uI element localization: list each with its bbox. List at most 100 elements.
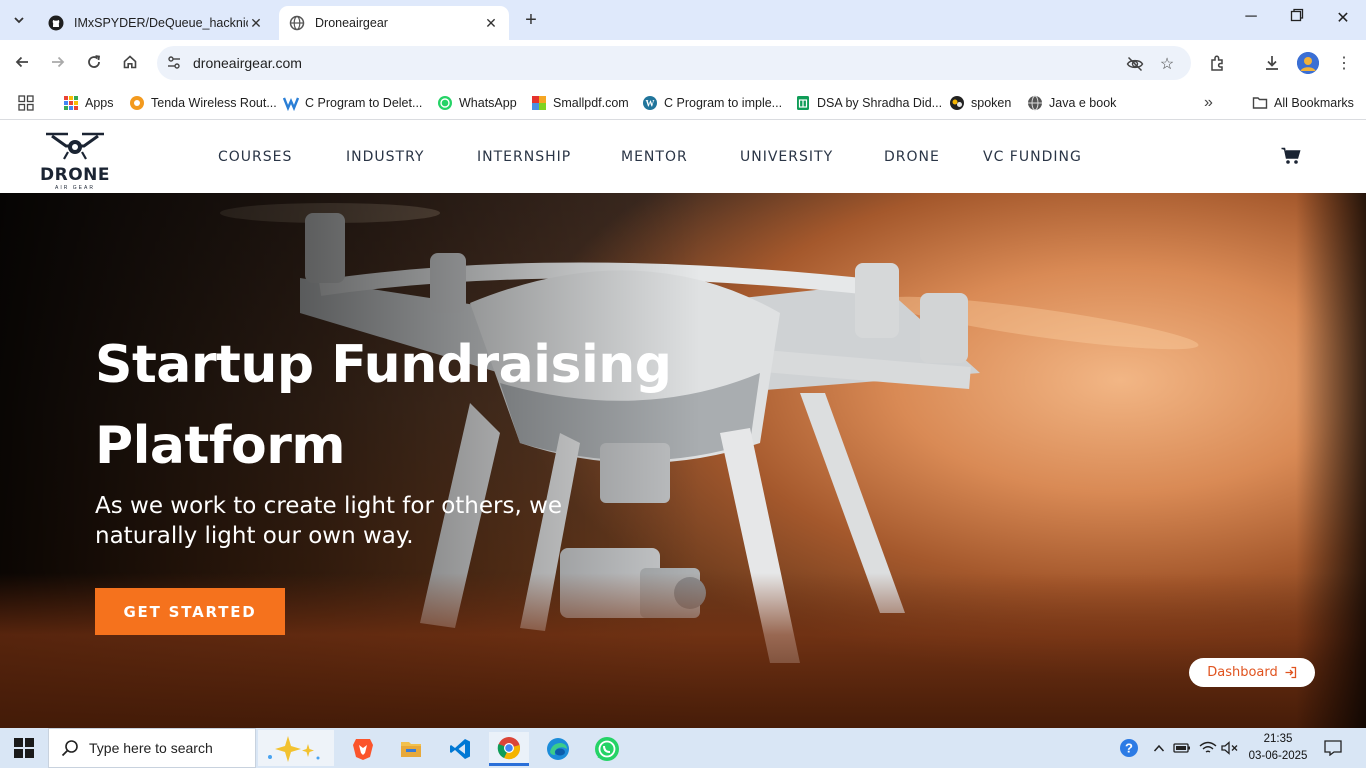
close-tab-icon[interactable]: ✕ xyxy=(483,15,499,32)
address-url[interactable]: droneairgear.com xyxy=(193,55,302,71)
nav-university[interactable]: UNIVERSITY xyxy=(740,149,833,165)
address-bar[interactable]: droneairgear.com ☆ xyxy=(157,46,1191,80)
taskbar-file-explorer[interactable] xyxy=(391,732,431,766)
bookmark-label: WhatsApp xyxy=(459,96,517,110)
bookmark-label: DSA by Shradha Did... xyxy=(817,96,943,110)
site-icon xyxy=(283,97,299,111)
tab-github[interactable]: IMxSPYDER/DeQueue_hacknich ✕ xyxy=(38,6,274,40)
bookmark-java-ebook[interactable]: Java e book xyxy=(1027,92,1116,114)
taskbar-search-box[interactable]: Type here to search xyxy=(48,728,256,768)
nav-mentor[interactable]: MENTOR xyxy=(621,149,688,165)
sheets-icon xyxy=(797,96,809,110)
hero-section: Startup Fundraising Platform As we work … xyxy=(0,193,1366,728)
menu-kebab-icon[interactable]: ⋮ xyxy=(1332,51,1356,75)
all-bookmarks-folder[interactable]: All Bookmarks xyxy=(1252,92,1354,114)
volume-muted-icon[interactable] xyxy=(1220,738,1240,758)
bookmark-c-program-implement[interactable]: W C Program to imple... xyxy=(642,92,782,114)
close-tab-icon[interactable]: ✕ xyxy=(248,15,264,32)
apps-grid-icon xyxy=(64,96,78,110)
drone-logo-icon xyxy=(46,132,104,160)
tab-droneairgear[interactable]: Droneairgear ✕ xyxy=(279,6,509,40)
copilot-widget[interactable] xyxy=(258,730,334,766)
bookmark-spoken[interactable]: spoken xyxy=(949,92,1011,114)
bookmark-label: spoken xyxy=(971,96,1012,110)
site-info-icon[interactable] xyxy=(165,54,183,72)
dashboard-button[interactable]: Dashboard xyxy=(1189,658,1315,687)
back-button[interactable] xyxy=(10,50,34,74)
bookmark-label: Apps xyxy=(85,96,114,110)
smallpdf-icon xyxy=(532,96,546,110)
bookmark-dsa[interactable]: DSA by Shradha Did... xyxy=(795,92,942,114)
bookmark-star-icon[interactable]: ☆ xyxy=(1157,54,1177,74)
nav-drone[interactable]: DRONE xyxy=(884,149,940,165)
edge-icon xyxy=(547,738,569,760)
sparkle-icon xyxy=(268,736,320,762)
taskbar-vscode[interactable] xyxy=(440,732,480,766)
forward-button[interactable] xyxy=(46,50,70,74)
wifi-icon[interactable] xyxy=(1198,738,1218,758)
clock-time: 21:35 xyxy=(1263,733,1293,745)
bookmark-whatsapp[interactable]: WhatsApp xyxy=(437,92,517,114)
home-button[interactable] xyxy=(118,50,142,74)
hero-title: Startup Fundraising Platform xyxy=(95,325,735,487)
hero-title-line1: Startup Fundraising xyxy=(95,335,672,395)
profile-avatar[interactable] xyxy=(1297,52,1319,74)
taskbar-brave[interactable] xyxy=(343,732,383,766)
tab-search-dropdown[interactable] xyxy=(6,8,32,32)
taskbar-chrome[interactable] xyxy=(489,732,529,766)
browser-toolbar: droneairgear.com ☆ ⋮ xyxy=(0,40,1366,86)
nav-courses[interactable]: COURSES xyxy=(218,149,292,165)
tab-title: Droneairgear xyxy=(315,16,388,30)
home-icon xyxy=(123,55,137,69)
chevron-down-icon xyxy=(14,17,24,24)
extensions-icon[interactable] xyxy=(1206,51,1230,75)
nav-vc-funding[interactable]: VC FUNDING xyxy=(983,149,1082,165)
apps-shortcut-icon[interactable] xyxy=(18,92,34,114)
folder-icon xyxy=(1252,97,1268,109)
chevron-up-icon[interactable] xyxy=(1149,738,1169,758)
bookmark-smallpdf[interactable]: Smallpdf.com xyxy=(531,92,629,114)
site-logo[interactable]: DRONE AIR GEAR xyxy=(38,129,112,191)
taskbar-search-placeholder: Type here to search xyxy=(89,740,213,756)
shopping-cart-icon[interactable] xyxy=(1281,147,1301,165)
bookmark-label: Smallpdf.com xyxy=(553,96,629,110)
taskbar-whatsapp[interactable] xyxy=(587,732,627,766)
chrome-icon xyxy=(497,736,520,759)
minimize-icon[interactable]: ─ xyxy=(1240,8,1262,26)
reload-button[interactable] xyxy=(82,50,106,74)
clock-date: 03-06-2025 xyxy=(1248,750,1308,762)
battery-icon[interactable] xyxy=(1172,738,1192,758)
back-arrow-icon xyxy=(15,56,28,68)
nav-industry[interactable]: INDUSTRY xyxy=(346,149,424,165)
hero-title-line2: Platform xyxy=(95,416,346,476)
spoken-icon xyxy=(950,96,964,110)
bookmark-c-program-delete[interactable]: C Program to Delet... xyxy=(283,92,422,114)
bookmark-tenda[interactable]: Tenda Wireless Rout... xyxy=(129,92,277,114)
hero-subtitle: As we work to create light for others, w… xyxy=(95,493,563,549)
help-icon[interactable]: ? xyxy=(1119,738,1139,758)
dashboard-label: Dashboard xyxy=(1207,665,1278,680)
windows-start-icon[interactable] xyxy=(14,738,34,758)
hero-edge-shade xyxy=(1296,193,1366,728)
nav-internship[interactable]: INTERNSHIP xyxy=(477,149,571,165)
tab-title: IMxSPYDER/DeQueue_hacknich xyxy=(74,16,248,30)
get-started-button[interactable]: GET STARTED xyxy=(95,588,285,635)
globe-icon xyxy=(289,15,305,31)
bookmark-label: All Bookmarks xyxy=(1274,96,1354,110)
new-tab-button[interactable]: + xyxy=(520,9,542,32)
notification-icon[interactable] xyxy=(1323,738,1343,758)
more-bookmarks-icon[interactable]: » xyxy=(1204,92,1213,114)
tenda-icon xyxy=(130,96,144,110)
taskbar-edge[interactable] xyxy=(538,732,578,766)
close-window-icon[interactable]: ✕ xyxy=(1332,8,1354,28)
logo-subtext: AIR GEAR xyxy=(55,185,95,191)
bookmark-apps[interactable]: Apps xyxy=(63,92,114,114)
forward-arrow-icon xyxy=(52,56,65,68)
eye-slash-icon[interactable] xyxy=(1125,54,1145,74)
svg-text:?: ? xyxy=(1125,741,1133,756)
taskbar-clock[interactable]: 21:35 03-06-2025 xyxy=(1248,731,1308,765)
bookmark-label: Java e book xyxy=(1049,96,1117,110)
download-icon[interactable] xyxy=(1260,51,1284,75)
svg-text:W: W xyxy=(646,99,655,109)
restore-icon[interactable] xyxy=(1286,8,1308,27)
